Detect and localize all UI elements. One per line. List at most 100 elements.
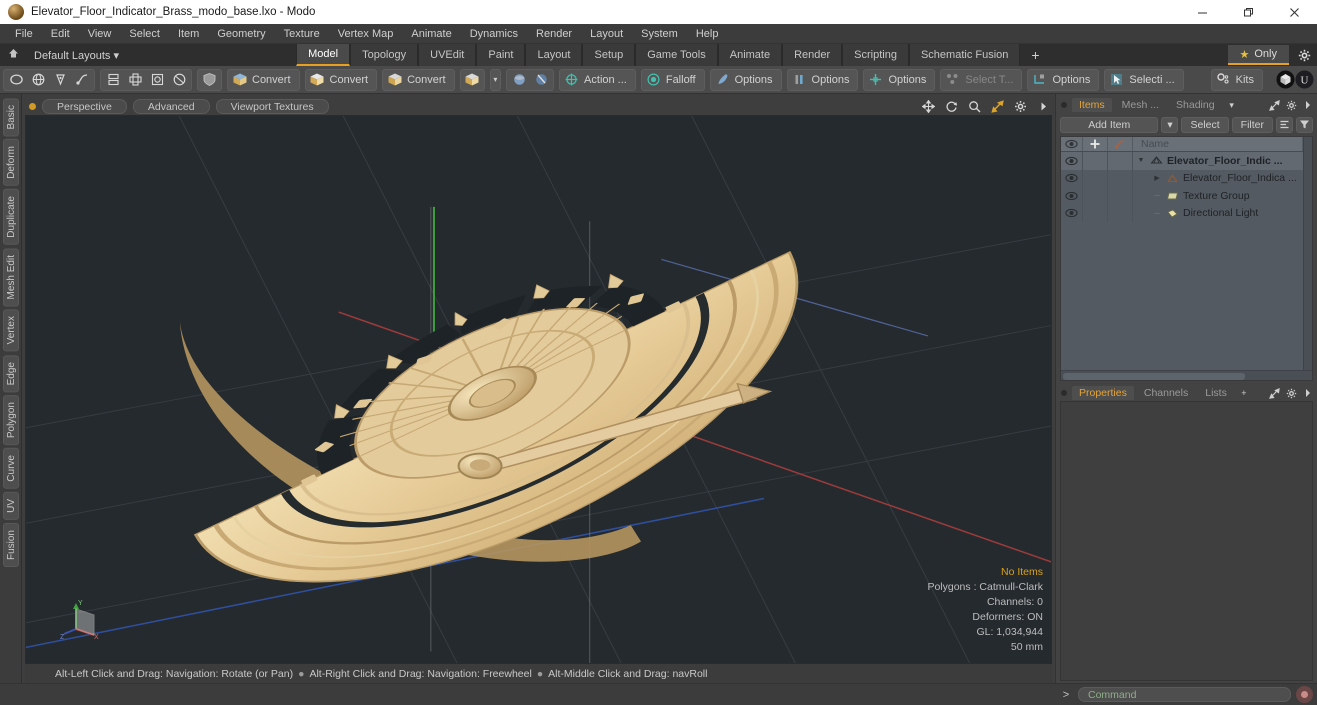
tab-uvedit[interactable]: UVEdit xyxy=(418,44,477,66)
menu-layout[interactable]: Layout xyxy=(581,24,632,44)
row-plus-cell[interactable] xyxy=(1083,187,1108,205)
zoom-icon[interactable] xyxy=(966,99,983,114)
action-center-button[interactable]: Action ... xyxy=(559,68,636,91)
command-input[interactable]: Command xyxy=(1078,687,1291,702)
filter-button[interactable]: Filter xyxy=(1231,116,1273,133)
shield-icon-button[interactable] xyxy=(197,68,222,91)
cube-tool-button[interactable] xyxy=(459,68,485,91)
selection-sets-button[interactable]: Selecti ... xyxy=(1104,68,1184,91)
chevron-right-icon[interactable] xyxy=(1301,98,1315,112)
options-button-3[interactable]: Options xyxy=(863,68,936,91)
item-list[interactable]: Name ▼ Elevator_Floor_Indic ... ▶ Elevat… xyxy=(1060,136,1313,381)
rotate-icon[interactable] xyxy=(943,99,960,114)
row-deform-cell[interactable] xyxy=(1108,204,1133,222)
vtab-curve[interactable]: Curve xyxy=(2,448,19,489)
row-name-cell[interactable]: ▶ Elevator_Floor_Indica ... xyxy=(1133,172,1303,184)
globe-icon[interactable] xyxy=(27,70,49,90)
restore-icon[interactable] xyxy=(1225,0,1271,24)
row-plus-cell[interactable] xyxy=(1083,169,1108,187)
menu-select[interactable]: Select xyxy=(120,24,169,44)
tab-channels[interactable]: Channels xyxy=(1137,386,1195,400)
table-row[interactable]: ▶ Elevator_Floor_Indica ... xyxy=(1061,169,1303,187)
options-button-4[interactable]: Options xyxy=(1027,68,1100,91)
vtab-mesh-edit[interactable]: Mesh Edit xyxy=(2,247,19,307)
convert-button-2[interactable]: Convert xyxy=(304,68,378,91)
tab-model[interactable]: Model xyxy=(296,44,351,66)
item-list-vertical-scrollbar[interactable] xyxy=(1303,137,1312,370)
menu-help[interactable]: Help xyxy=(687,24,728,44)
row-visibility-toggle[interactable] xyxy=(1061,204,1083,222)
gear-icon[interactable] xyxy=(1012,99,1029,114)
menu-file[interactable]: File xyxy=(6,24,42,44)
curve-icon[interactable] xyxy=(71,70,93,90)
sphere-blue-icon[interactable] xyxy=(508,70,530,90)
collapse-triangle-icon[interactable]: ▶ xyxy=(1152,174,1162,182)
menu-system[interactable]: System xyxy=(632,24,687,44)
add-item-button[interactable]: Add Item xyxy=(1060,116,1159,133)
menu-vertex-map[interactable]: Vertex Map xyxy=(329,24,403,44)
add-item-dropdown[interactable]: ▾ xyxy=(1161,116,1179,133)
convert-button-3[interactable]: Convert xyxy=(382,68,455,91)
3d-viewport[interactable]: Y X Z No Items Polygons : Catmull-Clark … xyxy=(25,115,1052,664)
scrollbar-thumb[interactable] xyxy=(1063,372,1245,380)
row-visibility-toggle[interactable] xyxy=(1061,169,1083,187)
modo-badge-icon[interactable] xyxy=(1276,70,1295,90)
chevron-down-icon[interactable]: ▾ xyxy=(489,68,502,91)
radial-icon[interactable] xyxy=(146,70,168,90)
gear-icon[interactable] xyxy=(1284,386,1298,400)
only-toggle-button[interactable]: ★ Only xyxy=(1227,45,1289,65)
row-visibility-toggle[interactable] xyxy=(1061,152,1083,170)
menu-render[interactable]: Render xyxy=(527,24,581,44)
vtab-polygon[interactable]: Polygon xyxy=(2,395,19,446)
falloff-button[interactable]: Falloff xyxy=(640,68,705,91)
vtab-edge[interactable]: Edge xyxy=(2,354,19,393)
row-name-cell[interactable]: – Directional Light xyxy=(1133,207,1303,219)
tab-render[interactable]: Render xyxy=(782,44,843,66)
tab-items[interactable]: Items xyxy=(1072,98,1112,112)
gear-icon[interactable] xyxy=(1291,49,1317,62)
select-through-button[interactable]: Select T... xyxy=(940,68,1023,91)
menu-item[interactable]: Item xyxy=(169,24,208,44)
tab-schematic-fusion[interactable]: Schematic Fusion xyxy=(908,44,1021,66)
record-icon[interactable] xyxy=(1296,686,1313,703)
vtab-basic[interactable]: Basic xyxy=(2,98,19,137)
tab-shading[interactable]: Shading xyxy=(1169,98,1222,112)
row-name-cell[interactable]: – Texture Group xyxy=(1133,190,1303,202)
options-button-2[interactable]: Options xyxy=(786,68,859,91)
menu-animate[interactable]: Animate xyxy=(402,24,460,44)
tab-animate[interactable]: Animate xyxy=(717,44,783,66)
row-deform-cell[interactable] xyxy=(1108,152,1133,170)
expand-triangle-icon[interactable]: ▼ xyxy=(1136,157,1146,164)
tab-lists[interactable]: Lists xyxy=(1198,386,1234,400)
tab-topology[interactable]: Topology xyxy=(350,44,419,66)
row-deform-cell[interactable] xyxy=(1108,169,1133,187)
expand-icon[interactable] xyxy=(1267,386,1281,400)
chevron-right-icon[interactable] xyxy=(1035,99,1052,114)
table-row[interactable]: – Texture Group xyxy=(1061,187,1303,205)
options-button-1[interactable]: Options xyxy=(709,68,782,91)
row-name-cell[interactable]: ▼ Elevator_Floor_Indic ... xyxy=(1133,155,1303,167)
tab-layout[interactable]: Layout xyxy=(525,44,583,66)
vtab-vertex[interactable]: Vertex xyxy=(2,309,19,352)
add-layout-tab-button[interactable]: + xyxy=(1020,47,1051,63)
menu-dynamics[interactable]: Dynamics xyxy=(461,24,527,44)
chevron-down-icon[interactable]: ▾ xyxy=(1225,98,1239,112)
tab-setup[interactable]: Setup xyxy=(582,44,636,66)
unreal-badge-icon[interactable]: U xyxy=(1295,70,1314,90)
pen-icon[interactable] xyxy=(49,70,71,90)
table-row[interactable]: ▼ Elevator_Floor_Indic ... xyxy=(1061,152,1303,170)
vtab-uv[interactable]: UV xyxy=(2,491,19,520)
tab-scripting[interactable]: Scripting xyxy=(842,44,909,66)
list-icon[interactable] xyxy=(1276,116,1293,133)
viewport-shading-advanced[interactable]: Advanced xyxy=(132,99,210,114)
row-deform-cell[interactable] xyxy=(1108,187,1133,205)
add-tab-button[interactable]: + xyxy=(1237,386,1251,400)
tab-properties[interactable]: Properties xyxy=(1072,386,1134,400)
vtab-fusion[interactable]: Fusion xyxy=(2,522,19,567)
home-icon[interactable] xyxy=(0,47,26,63)
menu-geometry[interactable]: Geometry xyxy=(208,24,274,44)
row-plus-cell[interactable] xyxy=(1083,152,1108,170)
item-list-horizontal-scrollbar[interactable] xyxy=(1061,370,1312,380)
minimize-icon[interactable] xyxy=(1179,0,1225,24)
tab-game-tools[interactable]: Game Tools xyxy=(635,44,718,66)
